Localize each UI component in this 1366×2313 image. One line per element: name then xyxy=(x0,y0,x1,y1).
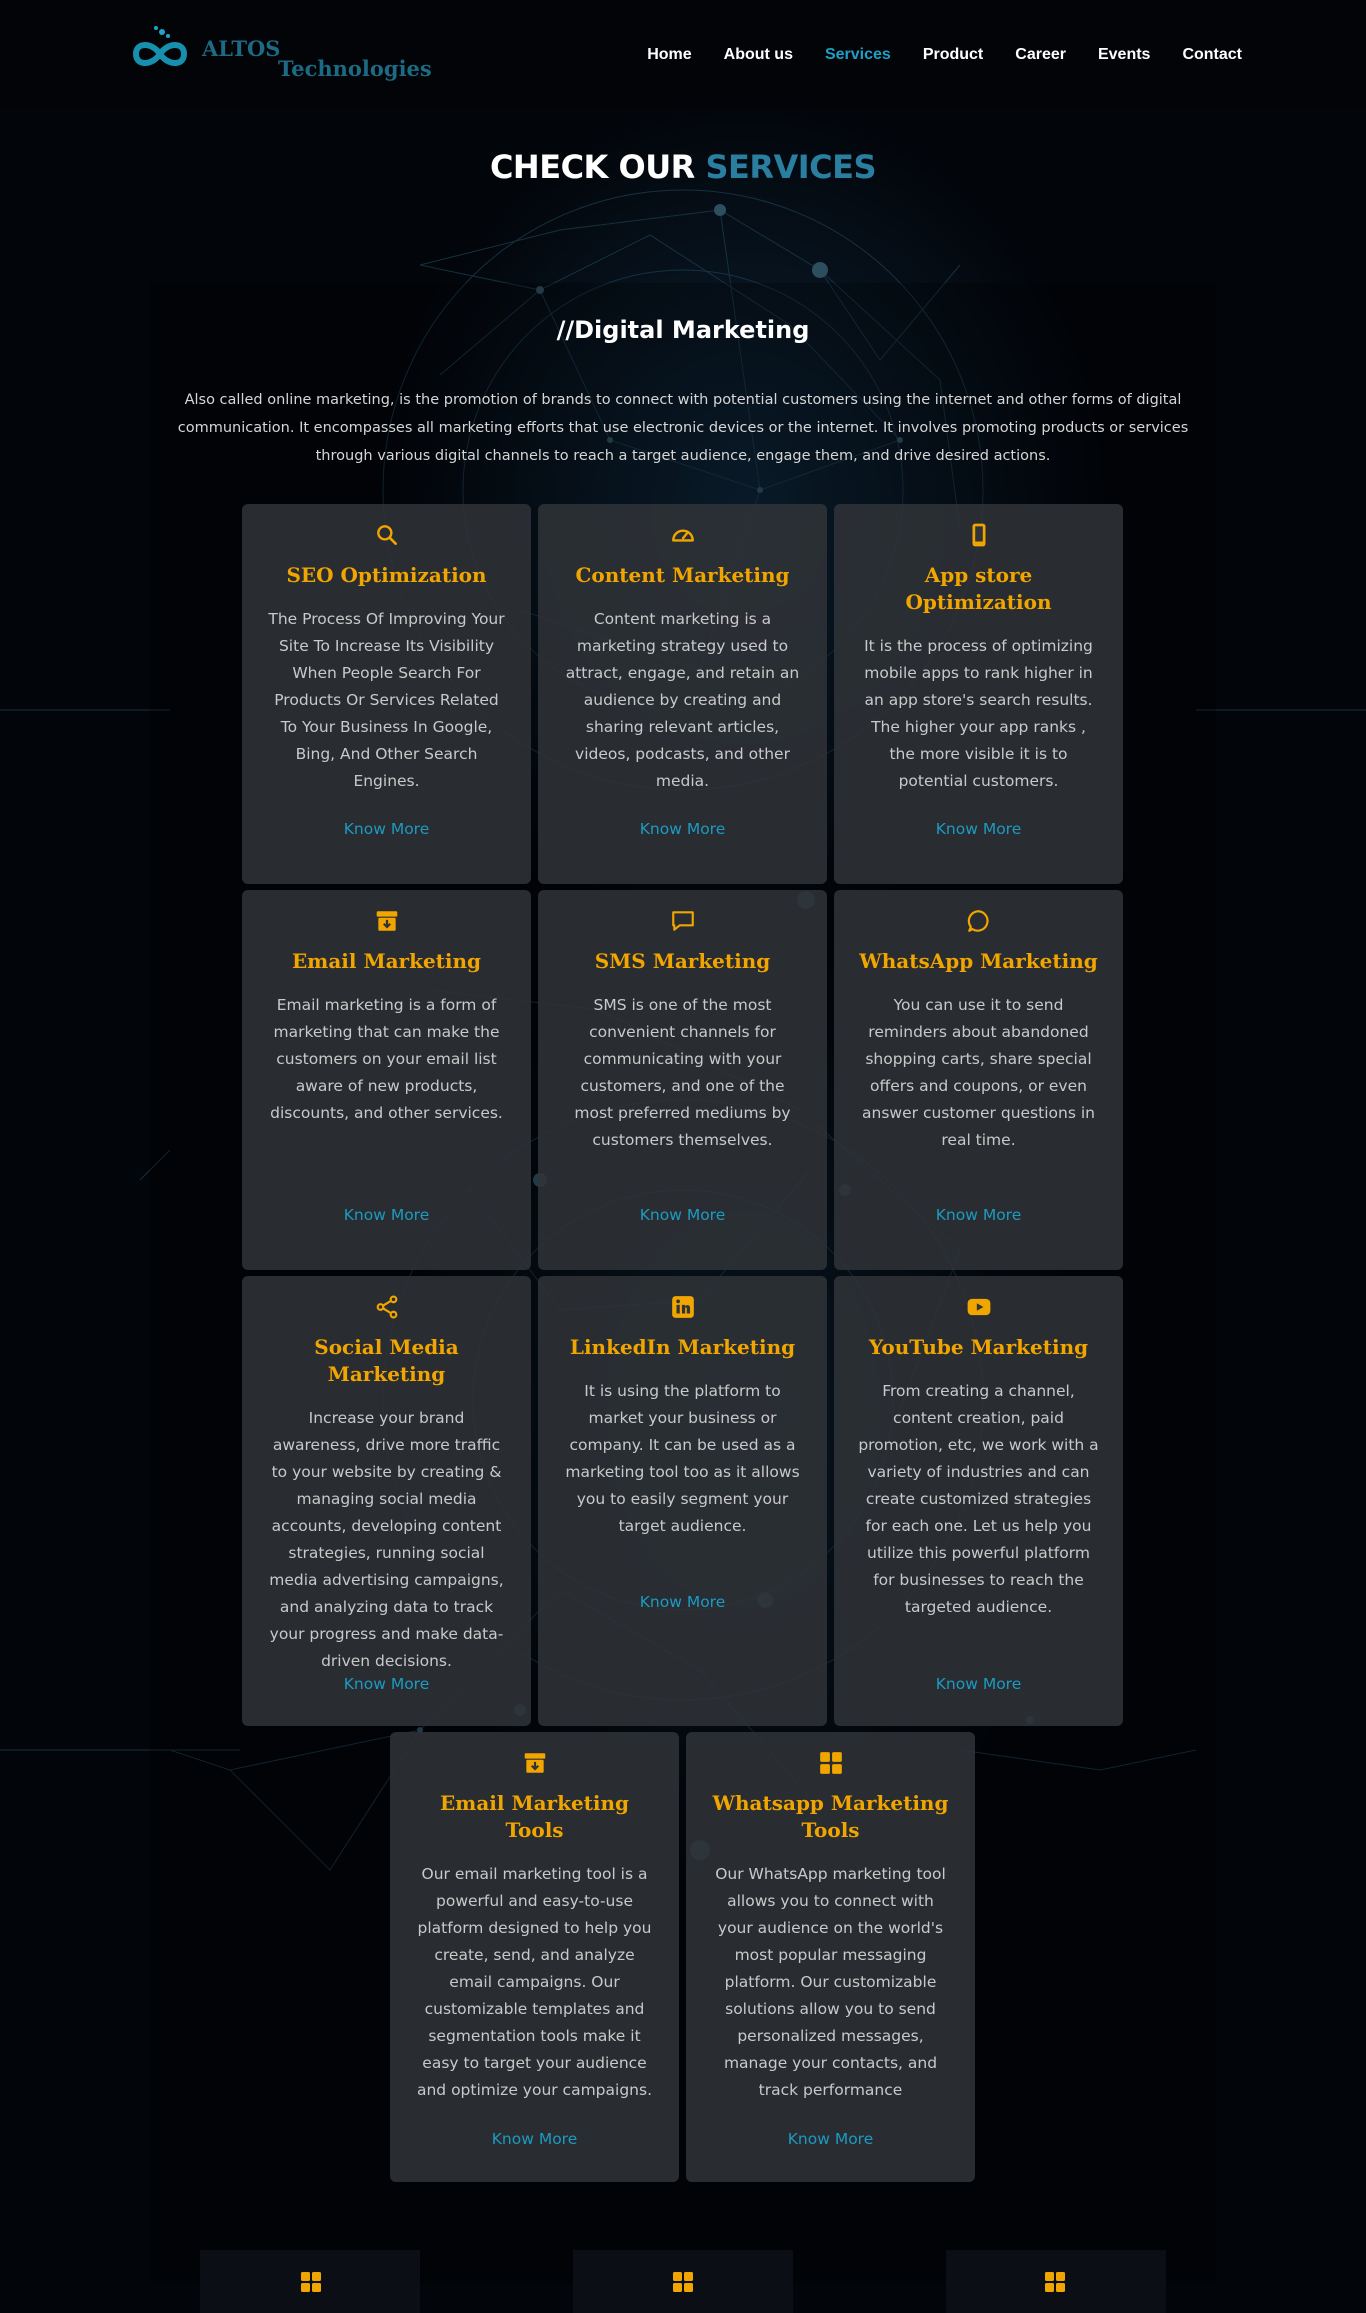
service-card-email-marketing: Email Marketing Email marketing is a for… xyxy=(242,890,531,1270)
card-description: Increase your brand awareness, drive mor… xyxy=(269,1409,504,1670)
card-description: It is the process of optimizing mobile a… xyxy=(864,637,1093,790)
search-icon xyxy=(376,525,397,545)
page-title: CHECK OUR SERVICES xyxy=(0,148,1366,186)
card-title: LinkedIn Marketing xyxy=(569,1335,796,1359)
nav-product[interactable]: Product xyxy=(923,44,983,66)
card-title: Content Marketing xyxy=(575,563,790,587)
youtube-icon xyxy=(967,1298,990,1316)
card-description: Our WhatsApp marketing tool allows you t… xyxy=(715,1865,946,2099)
card-title: Whatsapp Marketing Tools xyxy=(712,1791,949,1842)
infinity-logo-icon xyxy=(132,26,188,66)
section-subtitle: //Digital Marketing xyxy=(556,316,810,344)
card-description: Our email marketing tool is a powerful a… xyxy=(416,1865,652,2099)
card-description: From creating a channel, content creatio… xyxy=(858,1382,1099,1616)
grid-icon xyxy=(673,2272,693,2292)
speedometer-icon xyxy=(671,529,694,542)
card-title: YouTube Marketing xyxy=(868,1335,1089,1359)
card-title: SEO Optimization xyxy=(286,563,487,587)
grid-icon xyxy=(1045,2272,1065,2292)
know-more-link[interactable]: Know More xyxy=(538,1593,827,1611)
nav-events[interactable]: Events xyxy=(1098,44,1150,66)
whatsapp-icon xyxy=(967,910,989,932)
nav-career[interactable]: Career xyxy=(1015,44,1066,66)
archive-icon xyxy=(524,1753,545,1773)
logo-text-altos: ALTOS xyxy=(202,36,281,61)
service-card-app-store-optimization: App store Optimization It is the process… xyxy=(834,504,1123,884)
phone-icon xyxy=(972,523,985,547)
service-card-youtube-marketing: YouTube Marketing From creating a channe… xyxy=(834,1276,1123,1726)
card-title: Email Marketing Tools xyxy=(439,1791,630,1842)
service-card-whatsapp-marketing: WhatsApp Marketing You can use it to sen… xyxy=(834,890,1123,1270)
site-header: ALTOS Technologies Home About us Service… xyxy=(0,0,1366,110)
card-description: You can use it to send reminders about a… xyxy=(862,996,1095,1149)
card-title: Social Media Marketing xyxy=(314,1335,459,1386)
section-description: Also called online marketing, is the pro… xyxy=(177,392,1189,464)
know-more-link[interactable]: Know More xyxy=(834,820,1123,838)
service-card-linkedin-marketing: LinkedIn Marketing It is using the platf… xyxy=(538,1276,827,1726)
know-more-link[interactable]: Know More xyxy=(390,2130,679,2148)
service-card-sms-marketing: SMS Marketing SMS is one of the most con… xyxy=(538,890,827,1270)
logo-text-technologies: Technologies xyxy=(278,56,432,81)
know-more-link[interactable]: Know More xyxy=(834,1675,1123,1693)
title-white-part: CHECK OUR xyxy=(489,148,695,186)
know-more-link[interactable]: Know More xyxy=(538,1206,827,1224)
card-description: Content marketing is a marketing strateg… xyxy=(565,610,800,790)
know-more-link[interactable]: Know More xyxy=(686,2130,975,2148)
know-more-link[interactable]: Know More xyxy=(538,820,827,838)
know-more-link[interactable]: Know More xyxy=(242,1675,531,1693)
know-more-link[interactable]: Know More xyxy=(834,1206,1123,1224)
next-section-row xyxy=(0,2250,1366,2313)
know-more-link[interactable]: Know More xyxy=(242,820,531,838)
card-description: The Process Of Improving Your Site To In… xyxy=(268,610,505,790)
grid-icon xyxy=(301,2272,321,2292)
card-title: Email Marketing xyxy=(291,949,482,973)
card-title: App store Optimization xyxy=(905,563,1052,614)
card-description: Email marketing is a form of marketing t… xyxy=(270,996,503,1122)
nav-home[interactable]: Home xyxy=(647,44,691,66)
service-card-social-media-marketing: Social Media Marketing Increase your bra… xyxy=(242,1276,531,1726)
service-card-content-marketing: Content Marketing Content marketing is a… xyxy=(538,504,827,884)
card-title: SMS Marketing xyxy=(594,949,771,973)
linkedin-icon xyxy=(671,1296,694,1318)
archive-icon xyxy=(376,911,397,931)
nav-about-us[interactable]: About us xyxy=(724,44,793,66)
logo[interactable]: ALTOS Technologies xyxy=(128,14,432,84)
card-description: It is using the platform to market your … xyxy=(565,1382,800,1535)
card-title: WhatsApp Marketing xyxy=(859,949,1098,973)
main-nav: Home About us Services Product Career Ev… xyxy=(615,44,1242,66)
share-icon xyxy=(376,1295,397,1319)
card-description: SMS is one of the most convenient channe… xyxy=(574,996,791,1149)
service-card-seo: SEO Optimization The Process Of Improvin… xyxy=(242,504,531,884)
chat-icon xyxy=(671,911,694,931)
grid-icon xyxy=(819,1752,842,1774)
service-card-whatsapp-marketing-tools: Whatsapp Marketing Tools Our WhatsApp ma… xyxy=(686,1732,975,2182)
know-more-link[interactable]: Know More xyxy=(242,1206,531,1224)
title-blue-part: SERVICES xyxy=(705,148,877,186)
nav-contact[interactable]: Contact xyxy=(1182,44,1242,66)
nav-services[interactable]: Services xyxy=(825,44,891,66)
service-card-email-marketing-tools: Email Marketing Tools Our email marketin… xyxy=(390,1732,679,2182)
